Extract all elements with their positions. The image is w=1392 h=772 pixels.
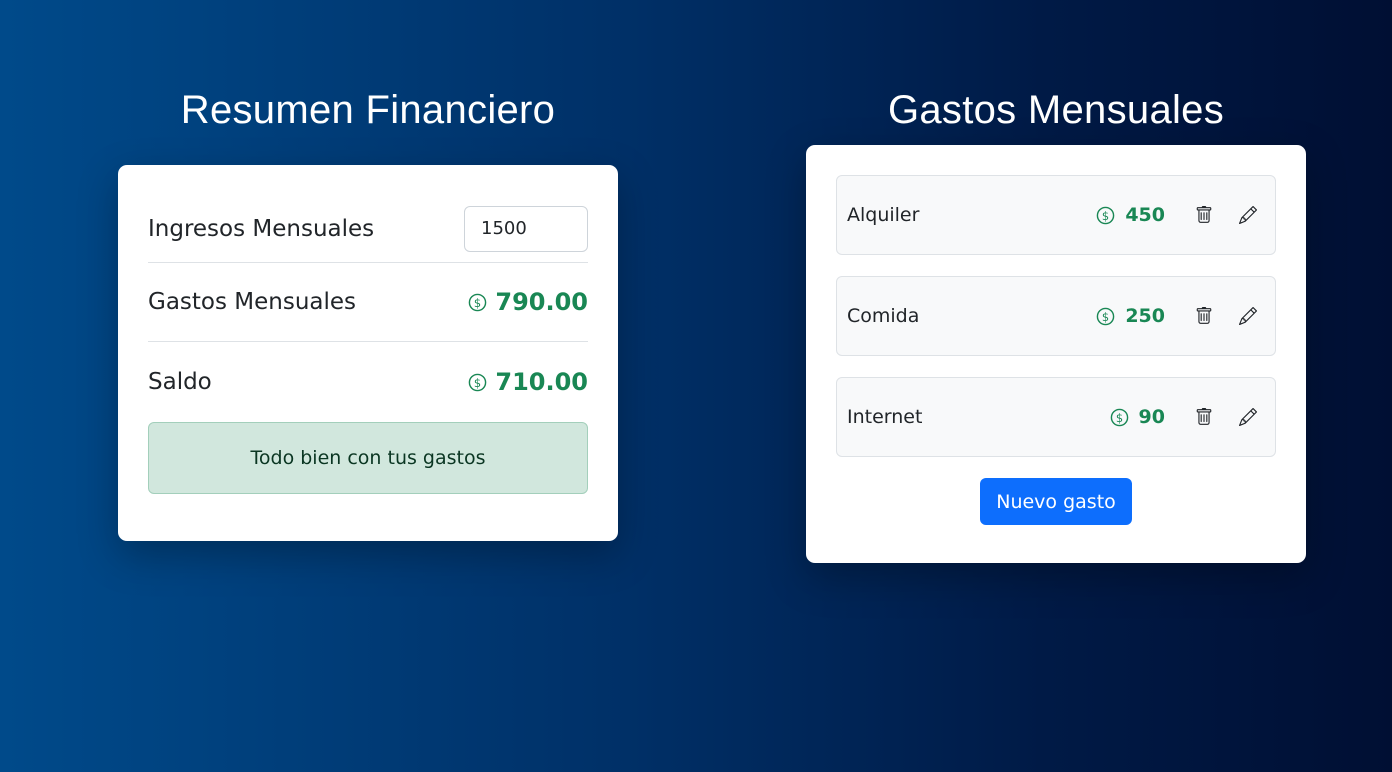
trash-icon — [1196, 206, 1212, 223]
svg-text:$: $ — [1102, 208, 1109, 222]
dollar-circle-icon: $ — [1097, 307, 1115, 325]
expenses-total-amount: $ 790.00 — [468, 288, 588, 316]
edit-expense-button[interactable] — [1231, 299, 1265, 333]
expense-item: Comida $250 — [836, 276, 1276, 356]
expense-amount: $90 — [1110, 406, 1165, 428]
svg-text:$: $ — [474, 295, 481, 309]
balance-amount: $ 710.00 — [468, 368, 588, 396]
summary-card: Ingresos Mensuales Gastos Mensuales $ 79… — [118, 165, 618, 541]
expense-item: Internet $90 — [836, 377, 1276, 457]
expense-value: 450 — [1125, 204, 1165, 226]
edit-expense-button[interactable] — [1231, 198, 1265, 232]
expense-name: Comida — [847, 305, 920, 327]
expense-value: 250 — [1125, 305, 1165, 327]
pencil-icon — [1239, 408, 1257, 426]
expense-actions: Nuevo gasto — [836, 478, 1276, 525]
pencil-icon — [1239, 206, 1257, 224]
expense-amount: $250 — [1096, 305, 1165, 327]
expenses-card: Alquiler $450 Comida $250 Internet $90 Nuevo … — [806, 145, 1306, 563]
edit-expense-button[interactable] — [1231, 400, 1265, 434]
svg-text:$: $ — [1102, 309, 1109, 323]
expense-name: Internet — [847, 406, 923, 428]
svg-text:$: $ — [474, 375, 481, 389]
status-alert: Todo bien con tus gastos — [148, 422, 588, 494]
balance-label: Saldo — [148, 369, 212, 395]
expenses-total-value: 790.00 — [495, 288, 588, 316]
income-label: Ingresos Mensuales — [148, 215, 375, 242]
trash-icon — [1196, 307, 1212, 324]
income-row: Ingresos Mensuales — [148, 195, 588, 263]
svg-text:$: $ — [1115, 410, 1122, 424]
expense-value: 90 — [1138, 406, 1165, 428]
expense-name: Alquiler — [847, 204, 920, 226]
delete-expense-button[interactable] — [1187, 198, 1221, 232]
expense-amount: $450 — [1096, 204, 1165, 226]
expense-list: Alquiler $450 Comida $250 Internet $90 — [836, 175, 1276, 457]
expenses-total-label: Gastos Mensuales — [148, 289, 357, 315]
delete-expense-button[interactable] — [1187, 400, 1221, 434]
balance-row: Saldo $ 710.00 — [148, 342, 588, 422]
dollar-circle-icon: $ — [469, 293, 487, 311]
expenses-total-row: Gastos Mensuales $ 790.00 — [148, 263, 588, 342]
balance-value: 710.00 — [495, 368, 588, 396]
dollar-circle-icon: $ — [469, 373, 487, 391]
dollar-circle-icon: $ — [1097, 206, 1115, 224]
income-input[interactable] — [464, 205, 588, 252]
summary-title: Resumen Financiero — [180, 88, 556, 132]
expense-item: Alquiler $450 — [836, 175, 1276, 255]
dollar-circle-icon: $ — [1110, 408, 1128, 426]
trash-icon — [1196, 408, 1212, 425]
new-expense-button[interactable]: Nuevo gasto — [980, 478, 1132, 525]
pencil-icon — [1239, 307, 1257, 325]
delete-expense-button[interactable] — [1187, 299, 1221, 333]
expenses-title: Gastos Mensuales — [887, 88, 1225, 132]
